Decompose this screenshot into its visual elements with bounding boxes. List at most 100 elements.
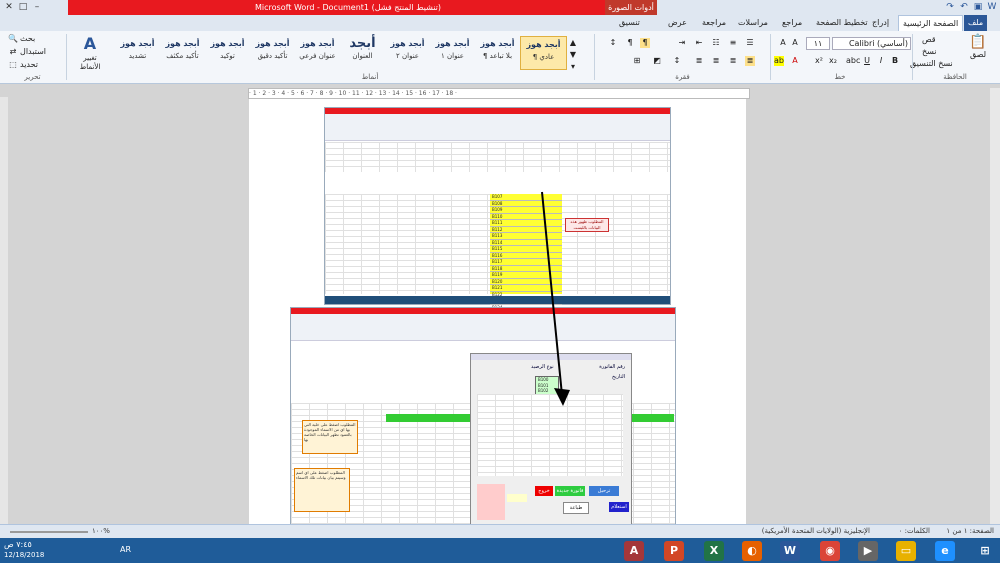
post-button[interactable]: ترحيل <box>589 486 619 496</box>
line-spacing-icon[interactable]: ↕ <box>672 56 682 66</box>
font-color-icon[interactable]: A <box>790 56 800 66</box>
bold-icon[interactable]: B <box>890 56 900 66</box>
font-name-select[interactable]: Calibri (أساسي) <box>832 37 911 50</box>
sort-icon[interactable]: ↕ <box>608 38 618 48</box>
undo-icon[interactable]: ↶ <box>958 1 970 13</box>
tab-file[interactable]: ملف <box>964 15 988 31</box>
shrink-font-icon[interactable]: A <box>778 38 788 48</box>
tab-view[interactable]: عرض <box>664 15 691 31</box>
bullets-icon[interactable]: ☰ <box>745 38 755 48</box>
firefox-icon[interactable]: ◐ <box>742 541 762 561</box>
align-left-icon[interactable]: ≣ <box>711 56 721 66</box>
style-item[interactable]: أبجد هوز ¶ بلا تباعد <box>475 36 520 68</box>
style-item[interactable]: أبجد هوز تشديد <box>115 36 160 68</box>
page-count[interactable]: الصفحة: ١ من ١ <box>946 527 994 535</box>
language-indicator[interactable]: الإنجليزية (الولايات المتحدة الأمريكية) <box>762 527 870 535</box>
strikethrough-icon[interactable]: abc <box>846 56 860 66</box>
chrome-icon[interactable]: ◉ <box>820 541 840 561</box>
style-item[interactable]: أبجد هوز توكيد <box>205 36 250 68</box>
increase-indent-icon[interactable]: ⇥ <box>677 38 687 48</box>
align-center-icon[interactable]: ≣ <box>728 56 738 66</box>
ie-icon[interactable]: e <box>935 541 955 561</box>
gallery-up-icon[interactable]: ▲ <box>568 38 578 48</box>
rtl-icon[interactable]: ¶ <box>640 38 650 48</box>
tab-references[interactable]: مراجع <box>778 15 806 31</box>
close-icon[interactable]: ✕ <box>2 0 16 14</box>
style-item[interactable]: أبجد العنوان <box>340 36 385 68</box>
tab-mailings[interactable]: مراسلات <box>734 15 772 31</box>
note-callout-2: المطلوب اضغط على خلية التي بها اي من الا… <box>302 420 358 454</box>
note-callout-3: المطلوب اضغط على اي اسم وسيتم بيان بيانا… <box>294 468 350 512</box>
style-item[interactable]: أبجد هوز تأكيد دقيق <box>250 36 295 68</box>
vertical-scrollbar[interactable] <box>990 88 1000 528</box>
style-item[interactable]: أبجد هوز عنوان فرعي <box>295 36 340 68</box>
paragraph-group-label: فقرة <box>675 73 690 81</box>
tab-home[interactable]: الصفحة الرئيسية <box>898 15 964 32</box>
separator <box>594 34 595 80</box>
excel-taskbar-icon[interactable]: X <box>704 541 724 561</box>
borders-icon[interactable]: ⊞ <box>632 56 642 66</box>
underline-icon[interactable]: U <box>862 56 872 66</box>
font-size-select[interactable]: ١١ <box>806 37 830 50</box>
show-marks-icon[interactable]: ¶ <box>625 38 635 48</box>
tab-format[interactable]: تنسيق <box>615 15 644 31</box>
zoom-level[interactable]: ١٠٠% <box>92 527 110 535</box>
clock-time[interactable]: ٧:٤٥ ص <box>4 540 32 549</box>
italic-icon[interactable]: I <box>876 56 886 66</box>
find-button[interactable]: بحث <box>20 34 35 43</box>
embedded-picture-1[interactable]: B107 B108 B109 B110 B111 B112 B113 B114 B115 B116… <box>324 107 671 318</box>
style-item[interactable]: أبجد هوز عنوان ١ <box>430 36 475 68</box>
invoice-no-label: رقم الفاتورة <box>599 364 625 370</box>
gallery-more-icon[interactable]: ▾ <box>568 62 578 72</box>
zoom-slider[interactable] <box>10 531 88 533</box>
style-name: العنوان <box>352 52 373 60</box>
decrease-indent-icon[interactable]: ⇤ <box>694 38 704 48</box>
exit-button[interactable]: خروج <box>535 486 553 496</box>
separator <box>770 34 771 80</box>
total-value <box>507 494 527 502</box>
replace-button[interactable]: استبدال <box>20 47 46 56</box>
gallery-down-icon[interactable]: ▼ <box>568 50 578 60</box>
copy-button[interactable]: نسخ <box>922 47 937 56</box>
numbering-icon[interactable]: ≡ <box>728 38 738 48</box>
style-item[interactable]: أبجد هوز ¶ عادي <box>520 36 567 70</box>
save-icon[interactable]: ▣ <box>972 1 984 13</box>
maximize-icon[interactable]: □ <box>16 0 30 14</box>
style-sample: أبجد هوز <box>480 39 515 48</box>
access-icon[interactable]: A <box>624 541 644 561</box>
media-icon[interactable]: ▶ <box>858 541 878 561</box>
redo-icon[interactable]: ↷ <box>944 1 956 13</box>
paste-button[interactable]: 📋 لصق <box>960 34 996 64</box>
horizontal-ruler[interactable]: · 1 · 2 · 3 · 4 · 5 · 6 · 7 · 8 · 9 · 10… <box>248 88 750 99</box>
tab-insert[interactable]: إدراج <box>868 15 893 31</box>
word-count[interactable]: الكلمات: ٠ <box>899 527 930 535</box>
shading-icon[interactable]: ◩ <box>652 56 662 66</box>
format-painter-button[interactable]: نسخ التنسيق <box>910 59 953 68</box>
align-right-icon[interactable]: ≣ <box>745 56 755 66</box>
tab-review[interactable]: مراجعة <box>698 15 730 31</box>
grow-font-icon[interactable]: A <box>790 38 800 48</box>
superscript-icon[interactable]: x² <box>814 56 824 66</box>
folder-icon[interactable]: ▭ <box>896 541 916 561</box>
start-icon[interactable]: ⊞ <box>975 541 995 561</box>
word-taskbar-icon[interactable]: W <box>780 541 800 561</box>
clock-date[interactable]: 12/18/2018 <box>4 551 44 559</box>
query-button[interactable]: استعلام <box>609 502 629 512</box>
select-button[interactable]: تحديد <box>20 60 38 69</box>
style-item[interactable]: أبجد هوز تأكيد مكثف <box>160 36 205 68</box>
powerpoint-icon[interactable]: P <box>664 541 684 561</box>
tab-page-layout[interactable]: تخطيط الصفحة <box>812 15 872 31</box>
justify-icon[interactable]: ≣ <box>694 56 704 66</box>
print-button[interactable]: طباعة <box>563 502 589 514</box>
highlight-icon[interactable]: ab <box>774 56 784 66</box>
style-item[interactable]: أبجد هوز عنوان ٢ <box>385 36 430 68</box>
window-title: Microsoft Word - Document1 (تنشيط المنتج… <box>68 0 628 15</box>
cut-button[interactable]: قص <box>922 35 936 44</box>
minimize-icon[interactable]: – <box>30 0 44 14</box>
picture-tools-tab[interactable]: أدوات الصورة <box>605 0 657 15</box>
language-bar[interactable]: AR <box>120 545 131 554</box>
subscript-icon[interactable]: x₂ <box>828 56 838 66</box>
new-invoice-button[interactable]: فاتورة جديدة <box>555 486 585 496</box>
change-styles-button[interactable]: A تغيير الأنماط <box>72 34 108 74</box>
multilevel-list-icon[interactable]: ☷ <box>711 38 721 48</box>
